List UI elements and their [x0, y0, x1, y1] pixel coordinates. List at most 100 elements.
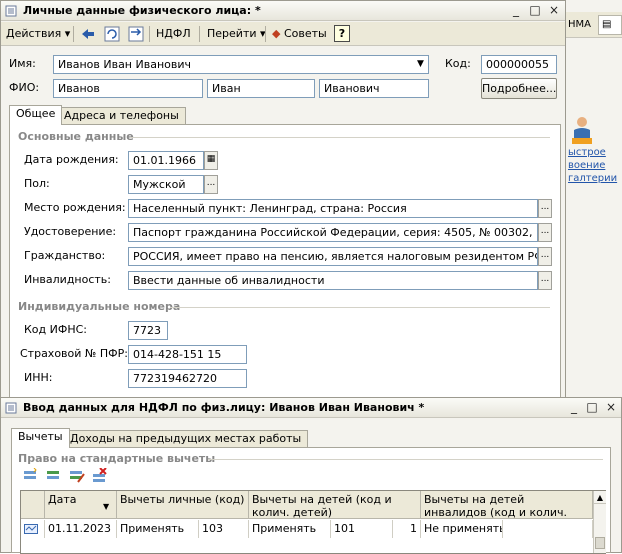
- id-document-label: Удостоверение:: [24, 225, 117, 238]
- cell-personal-apply[interactable]: Применять: [117, 520, 199, 538]
- background-link-1[interactable]: ыстрое: [568, 147, 606, 158]
- sex-label: Пол:: [24, 177, 50, 190]
- general-tab-panel: Основные данные Дата рождения: 01.01.196…: [9, 124, 561, 400]
- name-label: Имя:: [9, 57, 36, 70]
- maximize-icon[interactable]: □: [585, 401, 599, 415]
- tab-addresses[interactable]: Адреса и телефоны: [57, 107, 186, 125]
- code-label: Код:: [445, 57, 471, 70]
- table-header-personal[interactable]: Вычеты личные (код): [117, 491, 249, 519]
- toolbar: Действия ▾ НДФЛ Перейти ▾ ◆ Советы ?: [1, 22, 565, 46]
- name-input[interactable]: Иванов Иван Иванович: [53, 55, 429, 74]
- cell-date[interactable]: 01.11.2023: [45, 520, 117, 538]
- table-header-date[interactable]: Дата ▼: [45, 491, 117, 519]
- inn-input[interactable]: 772319462720: [128, 369, 247, 388]
- close-icon[interactable]: ×: [547, 4, 561, 18]
- ifns-code-label: Код ИФНС:: [24, 323, 87, 336]
- birthplace-label: Место рождения:: [24, 201, 126, 214]
- first-name-input[interactable]: Иван: [207, 79, 315, 98]
- toolbar-separator: [265, 26, 266, 42]
- background-tab[interactable]: НМА: [568, 15, 591, 35]
- tab-previous-income[interactable]: Доходы на предыдущих местах работы: [63, 430, 309, 448]
- table-header-children[interactable]: Вычеты на детей (код и колич. детей): [249, 491, 421, 519]
- birth-date-input[interactable]: 01.01.1966: [128, 151, 204, 170]
- ndfl-data-window: Ввод данных для НДФЛ по физ.лицу: Иванов…: [0, 397, 622, 554]
- scroll-thumb[interactable]: [595, 537, 605, 549]
- window-title: Личные данные физического лица: *: [23, 4, 261, 17]
- minimize-icon[interactable]: _: [509, 4, 523, 18]
- table-row[interactable]: 01.11.2023 Применять 103 Применять 101 1…: [21, 520, 593, 538]
- table-header-disabled-children[interactable]: Вычеты на детей инвалидов (код и колич. …: [421, 491, 593, 519]
- last-name-input[interactable]: Иванов: [53, 79, 203, 98]
- cell-personal-code[interactable]: 103: [199, 520, 249, 538]
- form-icon: [5, 402, 17, 414]
- add-copy-row-icon[interactable]: [45, 468, 63, 484]
- sex-input[interactable]: Мужской: [128, 175, 204, 194]
- tips-button[interactable]: ◆ Советы: [269, 25, 330, 43]
- section-divider: [208, 459, 603, 460]
- row-record-icon: [24, 524, 38, 534]
- background-link-2[interactable]: воение: [568, 160, 605, 171]
- help-button[interactable]: ?: [334, 25, 350, 42]
- minimize-icon[interactable]: _: [567, 401, 581, 415]
- inn-label: ИНН:: [24, 371, 53, 384]
- code-input[interactable]: 000000055: [481, 55, 557, 74]
- table-header-icon-column: [21, 491, 45, 519]
- row-icon-cell: [21, 520, 45, 538]
- section-individual-numbers: Индивидуальные номера: [18, 300, 181, 313]
- citizenship-select-button[interactable]: ...: [538, 247, 552, 266]
- chevron-down-icon[interactable]: ▼: [414, 57, 427, 72]
- vertical-scrollbar[interactable]: ▲: [593, 491, 606, 553]
- id-document-select-button[interactable]: ...: [538, 223, 552, 242]
- deductions-table: Дата ▼ Вычеты личные (код) Вычеты на дет…: [20, 490, 606, 554]
- birthplace-input[interactable]: Населенный пункт: Ленинград, страна: Рос…: [128, 199, 538, 218]
- tab-deductions[interactable]: Вычеты: [11, 428, 70, 448]
- background-link-3[interactable]: галтерии: [568, 173, 617, 184]
- toolbar-separator: [149, 26, 150, 42]
- disability-input[interactable]: Ввести данные об инвалидности: [128, 271, 538, 290]
- tab-general[interactable]: Общее: [9, 105, 63, 125]
- cell-children-apply[interactable]: Применять: [249, 520, 331, 538]
- ifns-code-input[interactable]: 7723: [128, 321, 168, 340]
- toolbar-separator: [199, 26, 200, 42]
- actions-menu[interactable]: Действия ▾: [3, 25, 73, 43]
- goto-label: Перейти: [207, 27, 257, 40]
- birthplace-select-button[interactable]: ...: [538, 199, 552, 218]
- delete-row-icon[interactable]: [91, 468, 109, 484]
- add-row-icon[interactable]: [22, 468, 40, 484]
- title-bar[interactable]: Личные данные физического лица: * _ □ ×: [1, 1, 565, 21]
- citizenship-label: Гражданство:: [24, 249, 106, 262]
- person-figure-icon: [572, 117, 592, 144]
- background-tab-icon[interactable]: ▤: [598, 15, 622, 35]
- cell-disabled-code[interactable]: [503, 520, 593, 538]
- middle-name-input[interactable]: Иванович: [319, 79, 429, 98]
- calendar-icon[interactable]: ▦: [204, 151, 218, 170]
- citizenship-input[interactable]: РОССИЯ, имеет право на пенсию, является …: [128, 247, 538, 266]
- cell-disabled-apply[interactable]: Не применять: [421, 520, 503, 538]
- transfer-icon[interactable]: [127, 25, 145, 43]
- ndfl-button[interactable]: НДФЛ: [153, 25, 194, 43]
- edit-row-icon[interactable]: [68, 468, 86, 484]
- pfr-number-input[interactable]: 014-428-151 15: [128, 345, 247, 364]
- column-label: Дата: [48, 493, 77, 506]
- maximize-icon[interactable]: □: [528, 4, 542, 18]
- close-icon[interactable]: ×: [604, 401, 618, 415]
- section-divider: [130, 137, 550, 138]
- cell-children-code[interactable]: 101: [331, 520, 393, 538]
- disability-label: Инвалидность:: [24, 273, 111, 286]
- sort-down-icon: ▼: [103, 502, 110, 511]
- goto-menu[interactable]: Перейти ▾: [204, 25, 269, 43]
- refresh-icon[interactable]: [103, 25, 121, 43]
- scroll-up-icon[interactable]: ▲: [594, 491, 606, 504]
- id-document-input[interactable]: Паспорт гражданина Российской Федерации,…: [128, 223, 538, 242]
- section-standard-deductions: Право на стандартные вычеты: [18, 452, 216, 465]
- cell-children-count[interactable]: 1: [393, 520, 421, 538]
- tips-icon: ◆: [272, 27, 281, 40]
- disability-select-button[interactable]: ...: [538, 271, 552, 290]
- form-icon: [5, 5, 17, 17]
- arrow-left-icon[interactable]: [79, 25, 97, 43]
- actions-label: Действия: [6, 27, 62, 40]
- sex-select-button[interactable]: ...: [204, 175, 218, 194]
- title-bar[interactable]: Ввод данных для НДФЛ по физ.лицу: Иванов…: [1, 398, 621, 418]
- more-button[interactable]: Подробнее...: [481, 78, 557, 99]
- birth-date-label: Дата рождения:: [24, 153, 119, 166]
